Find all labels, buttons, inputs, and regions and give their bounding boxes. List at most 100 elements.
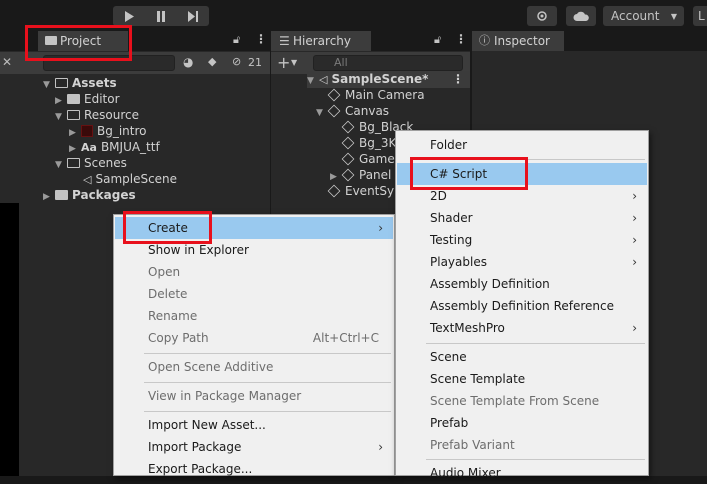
- kebab-menu-icon[interactable]: ⋮: [255, 32, 267, 46]
- menu-item-audio-mixer[interactable]: Audio Mixer: [397, 462, 647, 484]
- tree-item-editor[interactable]: ▶ Editor: [55, 91, 120, 107]
- game-view-area: [0, 203, 19, 476]
- menu-item-import-package[interactable]: Import Package ›: [115, 436, 393, 458]
- font-asset-icon: Aa: [81, 141, 97, 154]
- filter-by-label-icon[interactable]: ◆: [208, 55, 216, 68]
- tree-item-game[interactable]: Game: [341, 151, 395, 167]
- tree-item-resource[interactable]: ▼ Resource: [55, 107, 139, 123]
- menu-label: Open Scene Additive: [148, 360, 274, 374]
- tree-item-scenes[interactable]: ▼ Scenes: [55, 155, 127, 171]
- annotation-box-csharp-script: [410, 157, 528, 190]
- tree-item-panel[interactable]: ▶ Panel: [330, 167, 391, 183]
- scene-header-row[interactable]: ▼ ◁ SampleScene* ⋮: [307, 71, 470, 88]
- unity-scene-icon: ◁: [319, 73, 328, 86]
- menu-item-textmeshpro[interactable]: TextMeshPro ›: [397, 317, 647, 339]
- menu-label: Open: [148, 265, 181, 279]
- menu-item-assembly-definition-reference[interactable]: Assembly Definition Reference: [397, 295, 647, 317]
- expand-arrow-icon[interactable]: ▼: [316, 105, 328, 121]
- tree-item-bmjua-ttf[interactable]: ▶ Aa BMJUA_ttf: [69, 139, 160, 155]
- play-icon[interactable]: [113, 6, 145, 26]
- tree-item-bg-intro[interactable]: ▶ Bg_intro: [69, 123, 147, 139]
- pause-icon[interactable]: [145, 6, 177, 26]
- context-menu: Create › Show in Explorer Open Delete Ren…: [113, 214, 395, 476]
- tab-inspector[interactable]: ⓘ Inspector: [472, 31, 564, 51]
- menu-item-open[interactable]: Open: [115, 261, 393, 283]
- gameobject-icon: [327, 88, 341, 102]
- layout-dropdown[interactable]: L: [693, 6, 707, 26]
- menu-item-assembly-definition[interactable]: Assembly Definition: [397, 273, 647, 295]
- kebab-menu-icon[interactable]: ⋮: [455, 32, 467, 46]
- menu-item-folder[interactable]: Folder: [397, 134, 647, 156]
- menu-label: Rename: [148, 309, 198, 323]
- filter-by-type-icon[interactable]: ◕: [183, 55, 193, 69]
- annotation-box-project-tab: [25, 25, 132, 61]
- menu-item-shader[interactable]: Shader ›: [397, 207, 647, 229]
- menu-item-rename[interactable]: Rename: [115, 305, 393, 327]
- menu-item-prefab-variant[interactable]: Prefab Variant: [397, 434, 647, 456]
- services-icon[interactable]: [527, 6, 557, 26]
- tree-item-samplescene[interactable]: ◁ SampleScene: [83, 171, 177, 187]
- list-icon: ☰: [279, 34, 290, 48]
- tree-label: SampleScene*: [331, 72, 429, 86]
- hidden-count: 21: [248, 56, 262, 69]
- hierarchy-search-input[interactable]: All: [313, 55, 463, 71]
- tree-label: Bg_intro: [97, 124, 147, 138]
- tree-label: Bg_3K: [359, 136, 397, 150]
- tree-label: Scenes: [84, 156, 127, 170]
- menu-label: Assembly Definition: [430, 277, 550, 291]
- tree-label: Panel: [359, 168, 392, 182]
- cloud-icon[interactable]: [566, 6, 596, 26]
- tree-label: Resource: [84, 108, 140, 122]
- tree-label: SampleScene: [95, 172, 178, 186]
- menu-item-export-package[interactable]: Export Package...: [115, 458, 393, 480]
- info-icon: ⓘ: [479, 34, 490, 47]
- submenu-arrow-icon: ›: [632, 189, 637, 203]
- menu-item-view-in-package-manager[interactable]: View in Package Manager: [115, 385, 393, 407]
- expand-arrow-icon[interactable]: ▼: [55, 109, 67, 125]
- menu-item-scene-template[interactable]: Scene Template: [397, 368, 647, 390]
- menu-label: Scene: [430, 350, 467, 364]
- menu-item-playables[interactable]: Playables ›: [397, 251, 647, 273]
- tree-item-packages[interactable]: ▶ Packages: [43, 187, 136, 203]
- menu-item-scene[interactable]: Scene: [397, 346, 647, 368]
- tree-item-canvas[interactable]: ▼ Canvas: [316, 103, 389, 119]
- menu-item-scene-template-from-scene[interactable]: Scene Template From Scene: [397, 390, 647, 412]
- step-icon[interactable]: [177, 6, 209, 26]
- playback-controls: [113, 6, 209, 26]
- expand-arrow-icon[interactable]: ▼: [43, 77, 55, 93]
- tree-item-assets[interactable]: ▼ Assets: [43, 75, 117, 91]
- tools-icon[interactable]: ✕: [2, 55, 12, 69]
- expand-arrow-icon[interactable]: ▼: [55, 157, 67, 173]
- menu-item-testing[interactable]: Testing ›: [397, 229, 647, 251]
- menu-item-delete[interactable]: Delete: [115, 283, 393, 305]
- hidden-packages-icon[interactable]: ⊘: [232, 55, 241, 68]
- gameobject-icon: [327, 104, 341, 118]
- menu-label: Import New Asset...: [148, 418, 266, 432]
- folder-open-icon: [55, 78, 68, 88]
- submenu-arrow-icon: ›: [632, 255, 637, 269]
- tab-hierarchy[interactable]: ☰ Hierarchy: [271, 31, 371, 51]
- add-icon[interactable]: +: [277, 53, 290, 72]
- menu-label: Folder: [430, 138, 468, 152]
- menu-shortcut: Alt+Ctrl+C: [312, 331, 379, 345]
- expand-arrow-icon[interactable]: ▶: [43, 189, 55, 205]
- menu-label: Scene Template: [430, 372, 526, 386]
- folder-open-icon: [67, 158, 80, 168]
- tree-item-eventsystem[interactable]: EventSy: [327, 183, 394, 199]
- menu-item-prefab[interactable]: Prefab: [397, 412, 647, 434]
- tree-label: Packages: [72, 188, 136, 202]
- kebab-menu-icon[interactable]: ⋮: [452, 71, 464, 87]
- menu-item-copy-path[interactable]: Copy Path Alt+Ctrl+C: [115, 327, 393, 349]
- expand-arrow-icon[interactable]: ▼: [307, 73, 319, 89]
- menu-item-import-new-asset[interactable]: Import New Asset...: [115, 414, 393, 436]
- chevron-down-icon[interactable]: ▼: [291, 58, 297, 67]
- lock-icon[interactable]: 🔓︎: [434, 33, 441, 47]
- submenu-arrow-icon: ›: [632, 321, 637, 335]
- menu-item-open-scene-additive[interactable]: Open Scene Additive: [115, 356, 393, 378]
- tree-item-main-camera[interactable]: Main Camera: [327, 87, 425, 103]
- tree-item-bg-3k[interactable]: Bg_3K: [341, 135, 397, 151]
- folder-icon: [67, 94, 80, 104]
- hierarchy-tabbar: ☰ Hierarchy 🔓︎ ⋮: [271, 31, 470, 51]
- account-dropdown[interactable]: Account ▼: [603, 6, 684, 26]
- lock-icon[interactable]: 🔓︎: [233, 33, 240, 47]
